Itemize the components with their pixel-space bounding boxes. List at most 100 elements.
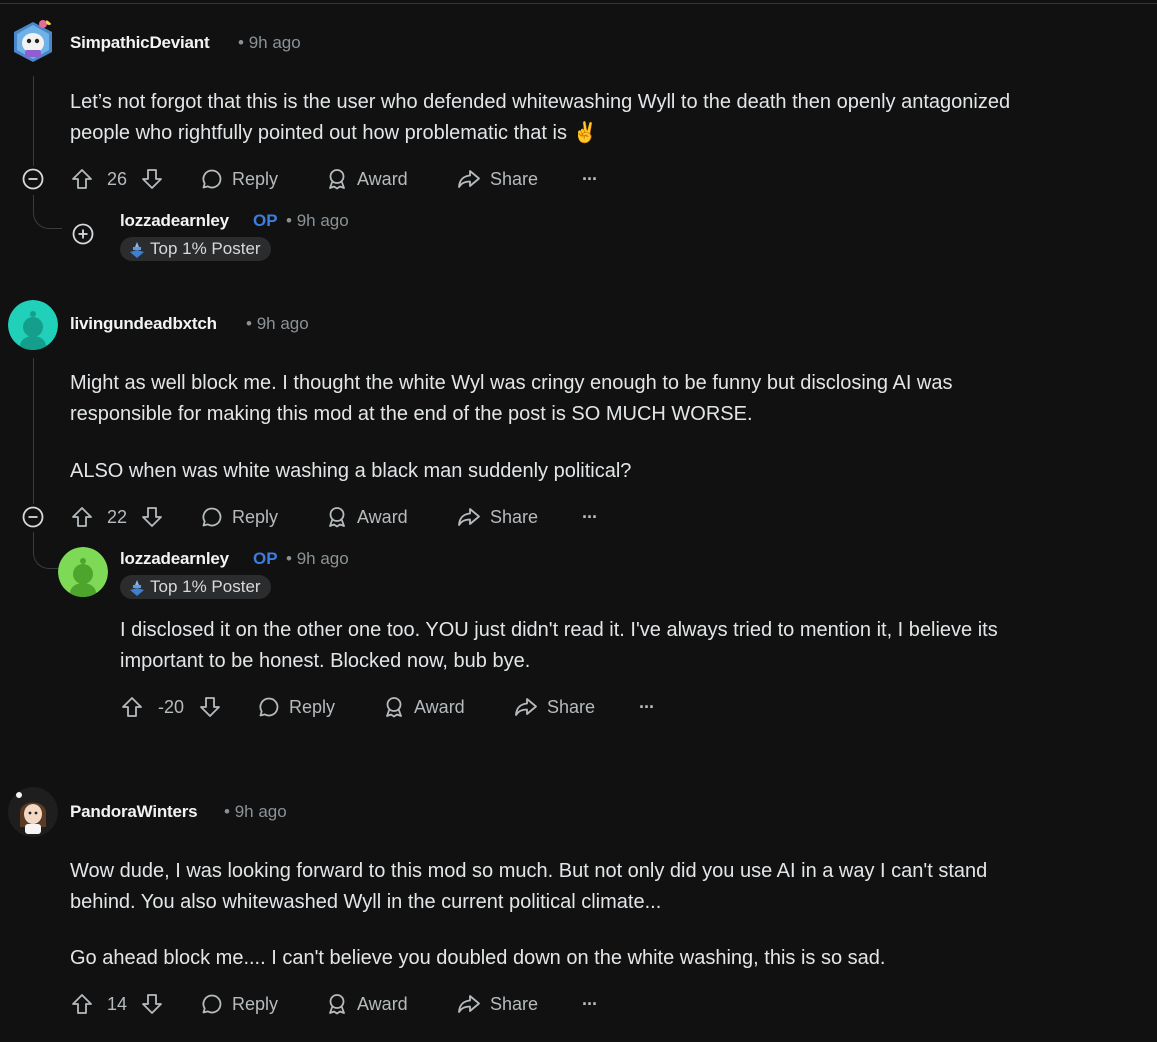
flair-icon xyxy=(130,580,144,596)
comment-author[interactable]: livingundeadbxtch xyxy=(70,314,217,334)
reply-button[interactable]: Reply xyxy=(200,163,278,195)
award-button[interactable]: Award xyxy=(325,501,408,533)
upvote-button[interactable] xyxy=(70,163,94,195)
meta-separator: • xyxy=(286,211,292,230)
reply-avatar[interactable] xyxy=(58,547,108,597)
award-label: Award xyxy=(414,696,465,717)
reply-icon xyxy=(259,697,279,717)
award-icon xyxy=(329,507,345,528)
reply-body: I disclosed it on the other one too. YOU… xyxy=(120,615,998,677)
reply-label: Reply xyxy=(232,993,279,1014)
user-flair: Top 1% Poster xyxy=(120,237,271,261)
user-avatar[interactable] xyxy=(8,300,58,350)
reply-button[interactable]: Reply xyxy=(200,501,278,533)
award-label: Award xyxy=(357,993,408,1014)
comment-author[interactable]: SimpathicDeviant xyxy=(70,33,210,53)
reply-label: Reply xyxy=(289,696,336,717)
comment-text-line: people who rightfully pointed out how pr… xyxy=(70,122,598,144)
share-icon xyxy=(458,995,480,1013)
downvote-icon xyxy=(200,697,220,717)
user-avatar[interactable] xyxy=(8,787,58,837)
comment-text-line: Might as well block me. I thought the wh… xyxy=(70,372,953,394)
upvote-icon xyxy=(72,994,92,1014)
meta-separator: • xyxy=(246,314,252,333)
share-button[interactable]: Share xyxy=(456,988,538,1020)
more-options-button[interactable]: ··· xyxy=(582,163,598,195)
share-label: Share xyxy=(547,696,596,717)
reply-text-line: important to be honest. Blocked now, bub… xyxy=(120,650,531,672)
comment-timestamp: • 9h ago xyxy=(224,802,287,822)
flair-icon xyxy=(130,242,144,258)
downvote-button[interactable] xyxy=(198,691,222,723)
share-icon xyxy=(458,508,480,526)
reply-label: Reply xyxy=(232,168,279,189)
more-options-icon: ··· xyxy=(582,993,598,1014)
share-button[interactable]: Share xyxy=(456,163,538,195)
comment-action-bar: 22 Reply Award Share ··· xyxy=(70,501,610,533)
reply-thread-curve xyxy=(33,195,62,229)
reply-button[interactable]: Reply xyxy=(257,691,335,723)
award-label: Award xyxy=(357,168,408,189)
reply-timestamp: • 9h ago xyxy=(286,211,349,231)
share-button[interactable]: Share xyxy=(456,501,538,533)
comment-author[interactable]: PandoraWinters xyxy=(70,802,198,822)
upvote-button[interactable] xyxy=(70,988,94,1020)
comment-action-bar: 26 Reply Award Share ··· xyxy=(70,163,610,195)
vote-count: 14 xyxy=(107,994,128,1014)
comment-timestamp: • 9h ago xyxy=(238,33,301,53)
reply-author[interactable]: lozzadearnley xyxy=(120,211,229,231)
reply-button[interactable]: Reply xyxy=(200,988,278,1020)
award-button[interactable]: Award xyxy=(325,163,408,195)
downvote-button[interactable] xyxy=(140,501,164,533)
collapse-thread-button[interactable] xyxy=(22,506,44,528)
expand-reply-button[interactable] xyxy=(72,223,94,245)
comment-body: Let’s not forgot that this is the user w… xyxy=(70,87,1010,149)
comment-body: Might as well block me. I thought the wh… xyxy=(70,368,953,487)
comment-text-line: Wow dude, I was looking forward to this … xyxy=(70,860,988,882)
more-options-button[interactable]: ··· xyxy=(639,691,655,723)
upvote-button[interactable] xyxy=(70,501,94,533)
op-badge: OP xyxy=(253,549,278,568)
share-label: Share xyxy=(490,993,539,1014)
reply-icon xyxy=(202,994,222,1014)
award-label: Award xyxy=(357,506,408,527)
reply-author[interactable]: lozzadearnley xyxy=(120,549,229,569)
upvote-button[interactable] xyxy=(120,691,144,723)
reply-icon xyxy=(202,507,222,527)
comment-age: 9h ago xyxy=(256,314,309,333)
upvote-icon xyxy=(72,507,92,527)
more-options-icon: ··· xyxy=(639,696,655,717)
award-button[interactable]: Award xyxy=(325,988,408,1020)
collapse-thread-button[interactable] xyxy=(22,168,44,190)
reply-age: 9h ago xyxy=(296,549,349,568)
comment-text-line: Go ahead block me.... I can't believe yo… xyxy=(70,947,886,969)
user-flair: Top 1% Poster xyxy=(120,575,271,599)
comment-text-line: behind. You also whitewashed Wyll in the… xyxy=(70,891,662,913)
more-options-button[interactable]: ··· xyxy=(582,501,598,533)
downvote-button[interactable] xyxy=(140,988,164,1020)
award-icon xyxy=(329,169,345,190)
upvote-icon xyxy=(72,169,92,189)
award-icon xyxy=(329,994,345,1015)
flair-text: Top 1% Poster xyxy=(150,239,261,258)
op-badge: OP xyxy=(253,211,278,230)
award-button[interactable]: Award xyxy=(382,691,465,723)
downvote-button[interactable] xyxy=(140,163,164,195)
user-avatar[interactable] xyxy=(8,16,58,66)
more-options-icon: ··· xyxy=(582,168,598,189)
comment-age: 9h ago xyxy=(248,33,301,52)
reply-age: 9h ago xyxy=(296,211,349,230)
share-button[interactable]: Share xyxy=(513,691,595,723)
comment-text-line: responsible for making this mod at the e… xyxy=(70,403,753,425)
meta-separator: • xyxy=(224,802,230,821)
reply-icon xyxy=(202,169,222,189)
meta-separator: • xyxy=(238,33,244,52)
comment-age: 9h ago xyxy=(234,802,287,821)
reply-action-bar: -20 Reply Award Share ··· xyxy=(120,691,670,723)
reply-label: Reply xyxy=(232,506,279,527)
award-icon xyxy=(386,697,402,718)
downvote-icon xyxy=(142,507,162,527)
more-options-button[interactable]: ··· xyxy=(582,988,598,1020)
flair-text: Top 1% Poster xyxy=(150,577,261,596)
reply-thread-curve xyxy=(33,532,62,569)
